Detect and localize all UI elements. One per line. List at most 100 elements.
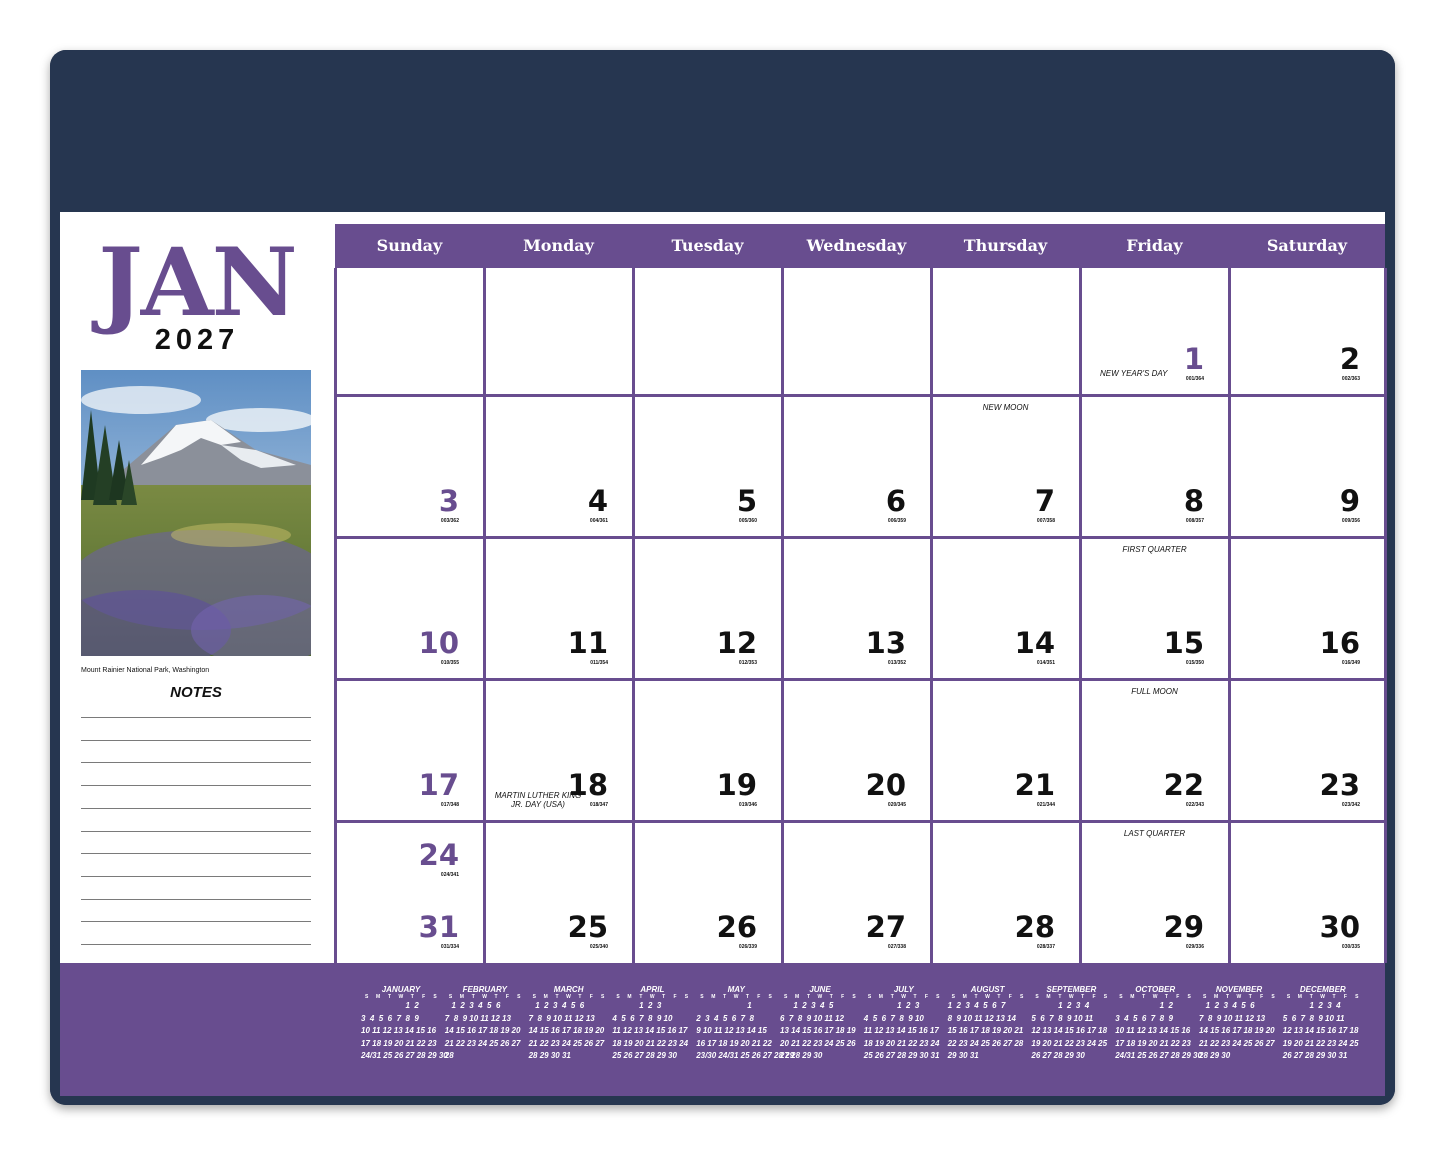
note-line [81,875,311,877]
mini-weekday: S [1019,994,1024,1000]
grid-vline [483,268,486,963]
mini-week-row: 3 4 5 6 7 8 9 [1115,1013,1174,1023]
day-note: LAST QUARTER [1123,829,1186,838]
day-of-year: 024/341 [440,872,459,878]
note-line [81,898,311,900]
day-number[interactable]: 21 [995,771,1055,800]
mini-calendar-april: APRIL S M T W T F S 1 2 34 5 6 7 8 9 10 11 12 13… [612,985,692,1063]
mini-weekday: F [757,994,761,1000]
day-number[interactable]: 19 [697,771,757,800]
day-number[interactable]: 11 [548,629,608,658]
day-number[interactable]: 5 [697,487,757,516]
day-of-year: 015/350 [1185,660,1204,666]
mini-week-row: 1 2 3 [863,1001,920,1010]
mini-week-row: 4 5 6 7 8 9 10 [612,1013,673,1023]
weekday-header: Saturday [1229,224,1385,268]
mini-week-row: 10 11 12 13 14 15 16 [361,1026,437,1035]
mini-calendar-june: JUNE S M T W T F S 1 2 3 4 56 7 8 9 10 11 12 13 … [780,985,860,1063]
grid-vline [1228,268,1231,963]
mini-week-row: 1 2 3 [612,1001,662,1010]
mini-week-row: 19 20 21 22 23 24 25 [1282,1038,1359,1048]
day-of-year: 022/343 [1185,802,1204,808]
mini-week-row: 7 8 9 10 11 12 13 [528,1013,595,1023]
day-number[interactable]: 28 [995,913,1055,942]
mini-week-row: 28 29 30 31 [528,1051,571,1060]
day-number[interactable]: 2 [1300,345,1360,374]
mini-week-row: 24/31 25 26 27 28 29 30 [361,1051,448,1060]
day-number[interactable]: 25 [548,913,608,942]
mini-weekday: S [1271,994,1275,1000]
mini-calendar-july: JULY S M T W T F S 1 2 34 5 6 7 8 9 10 11 12 13 … [864,985,944,1063]
mini-week-row: 21 22 23 24 25 26 27 [528,1038,605,1048]
day-number[interactable]: 26 [697,913,757,942]
mini-week-row: 1 2 3 4 5 6 [444,1001,501,1010]
day-number[interactable]: 10 [399,629,459,658]
mini-week-row: 29 30 31 [947,1051,979,1060]
mini-weekday: F [1008,994,1012,1000]
day-number[interactable]: 27 [846,913,906,942]
mini-weekday: F [422,994,426,1000]
mini-weekday: F [505,994,509,1000]
day-number[interactable]: 8 [1144,487,1204,516]
mini-week-row: 3 4 5 6 7 8 9 [361,1013,419,1023]
mini-month-name: APRIL [640,985,665,994]
day-number[interactable]: 20 [846,771,906,800]
mini-week-row: 2 3 4 5 6 7 8 [696,1013,755,1023]
day-number[interactable]: 15 [1144,629,1204,658]
grid-vline [632,268,635,963]
day-number[interactable]: 17 [399,771,459,800]
mini-week-row: 25 26 27 28 29 30 31 [863,1051,940,1060]
top-bar [50,50,1395,210]
day-of-year: 004/361 [589,518,608,524]
mini-week-row: 1 2 3 4 5 [780,1001,834,1010]
mini-weekday: S [1103,994,1108,1000]
mini-week-row: 1 2 3 4 5 6 [528,1001,585,1010]
mini-month-name: FEBRUARY [462,985,507,994]
mini-week-row: 11 12 13 14 15 16 17 [612,1026,688,1035]
day-number[interactable]: 29 [1144,913,1204,942]
mini-weekday: S [936,994,940,1000]
weekday-header: Tuesday [633,224,782,268]
mini-weekday: F [589,994,593,1000]
mini-week-row: 1 2 3 4 [1031,1001,1090,1010]
mini-week-row: 28 [444,1051,454,1060]
day-number[interactable]: 12 [697,629,757,658]
day-number[interactable]: 22 [1144,771,1204,800]
note-line [81,830,311,832]
day-number[interactable]: 23 [1300,771,1360,800]
mini-week-row: 6 7 8 9 10 11 12 [780,1013,844,1023]
mini-weekday: S [1187,994,1191,1000]
day-number[interactable]: 9 [1300,487,1360,516]
month-title: JAN [98,228,297,338]
mini-week-row: 21 22 23 24 25 26 27 [1199,1038,1275,1048]
note-line [81,785,311,787]
day-number[interactable]: 31 [399,913,459,942]
day-number[interactable]: 7 [995,487,1055,516]
day-number[interactable]: 30 [1300,913,1360,942]
note-line [81,921,311,923]
day-of-year: 010/355 [440,660,459,666]
day-of-year: 011/354 [590,660,608,666]
day-number[interactable]: 13 [846,629,906,658]
day-of-year: 019/346 [738,802,757,808]
mini-week-row: 10 11 12 13 14 15 16 [1115,1026,1191,1035]
landscape-photo [81,370,311,656]
mini-week-row: 1 2 [361,1001,419,1010]
day-number[interactable]: 4 [548,487,608,516]
day-number[interactable]: 3 [399,487,459,516]
day-of-year: 025/340 [589,944,608,950]
day-number[interactable]: 24 [399,841,459,870]
mini-weekday: F [1176,994,1180,1000]
mini-week-row: 7 8 9 10 11 12 13 [444,1013,511,1023]
day-of-year: 023/342 [1341,802,1360,808]
day-note: NEW MOON [982,403,1029,412]
note-line [81,739,311,741]
day-number[interactable]: 6 [846,487,906,516]
mini-week-row: 19 20 21 22 23 24 25 [1031,1038,1108,1048]
day-number[interactable]: 14 [995,629,1055,658]
mini-week-row: 26 27 28 29 30 [1031,1051,1085,1060]
day-note: FIRST QUARTER [1122,545,1187,554]
day-number[interactable]: 16 [1300,629,1360,658]
day-note: FULL MOON [1131,687,1178,696]
mini-week-row: 1 2 3 4 [1282,1001,1341,1010]
